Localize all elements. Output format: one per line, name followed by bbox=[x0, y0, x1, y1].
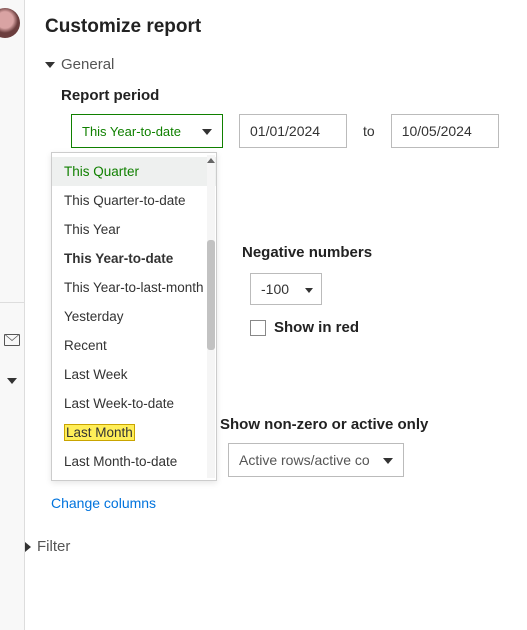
report-period-label: Report period bbox=[61, 87, 507, 104]
to-label: to bbox=[363, 123, 375, 139]
dropdown-option[interactable]: Last Month-to-date bbox=[52, 447, 216, 476]
scroll-up-icon[interactable] bbox=[207, 158, 215, 163]
negative-numbers-select[interactable]: -100 bbox=[250, 273, 322, 305]
dropdown-option[interactable]: Yesterday bbox=[52, 302, 216, 331]
nonzero-section: Show non-zero or active only Active rows… bbox=[220, 416, 428, 477]
scrollbar-thumb[interactable] bbox=[207, 240, 215, 350]
report-period-select[interactable]: This Year-to-date bbox=[71, 114, 223, 148]
dropdown-option[interactable]: This Year-to-date bbox=[52, 244, 216, 273]
section-label: General bbox=[61, 56, 114, 73]
report-period-dropdown: This QuarterThis Quarter-to-dateThis Yea… bbox=[51, 152, 217, 481]
date-to-input[interactable]: 10/05/2024 bbox=[391, 114, 499, 148]
rail-divider bbox=[0, 302, 25, 303]
scrollbar-track[interactable] bbox=[207, 155, 215, 478]
dropdown-option[interactable]: This Year-to-last-month bbox=[52, 273, 216, 302]
caret-down-icon bbox=[305, 288, 313, 293]
negative-numbers-section: Negative numbers -100 Show in red bbox=[242, 244, 372, 336]
chevron-right-icon bbox=[25, 542, 31, 552]
chevron-down-icon bbox=[45, 62, 55, 68]
dropdown-option[interactable]: Last Week-to-date bbox=[52, 389, 216, 418]
caret-down-icon bbox=[383, 458, 393, 464]
dropdown-option[interactable]: This Quarter-to-date bbox=[52, 186, 216, 215]
dropdown-option[interactable]: Last Month bbox=[52, 418, 216, 447]
dropdown-option[interactable]: This Quarter bbox=[52, 157, 216, 186]
caret-down-icon bbox=[202, 129, 212, 135]
nonzero-label: Show non-zero or active only bbox=[220, 416, 428, 433]
date-from-input[interactable]: 01/01/2024 bbox=[239, 114, 347, 148]
negative-numbers-label: Negative numbers bbox=[242, 244, 372, 261]
show-in-red-checkbox[interactable] bbox=[250, 320, 266, 336]
report-period-row: This Year-to-date 01/01/2024 to 10/05/20… bbox=[71, 114, 507, 148]
avatar[interactable] bbox=[0, 8, 20, 38]
dropdown-option[interactable]: Last Week bbox=[52, 360, 216, 389]
change-columns-link[interactable]: Change columns bbox=[51, 495, 156, 511]
section-filter[interactable]: Filter bbox=[25, 538, 70, 555]
nonzero-select[interactable]: Active rows/active co bbox=[228, 443, 404, 477]
dropdown-option[interactable]: Recent bbox=[52, 331, 216, 360]
panel-title: Customize report bbox=[45, 16, 507, 38]
show-in-red-row: Show in red bbox=[250, 319, 372, 336]
section-general[interactable]: General bbox=[45, 56, 507, 73]
section-label: Filter bbox=[37, 538, 70, 555]
chevron-down-icon[interactable] bbox=[7, 378, 17, 384]
dropdown-option[interactable]: This Year bbox=[52, 215, 216, 244]
show-in-red-label: Show in red bbox=[274, 319, 359, 336]
mail-icon[interactable] bbox=[4, 334, 20, 346]
report-period-selected: This Year-to-date bbox=[82, 124, 181, 139]
left-rail bbox=[0, 0, 25, 630]
